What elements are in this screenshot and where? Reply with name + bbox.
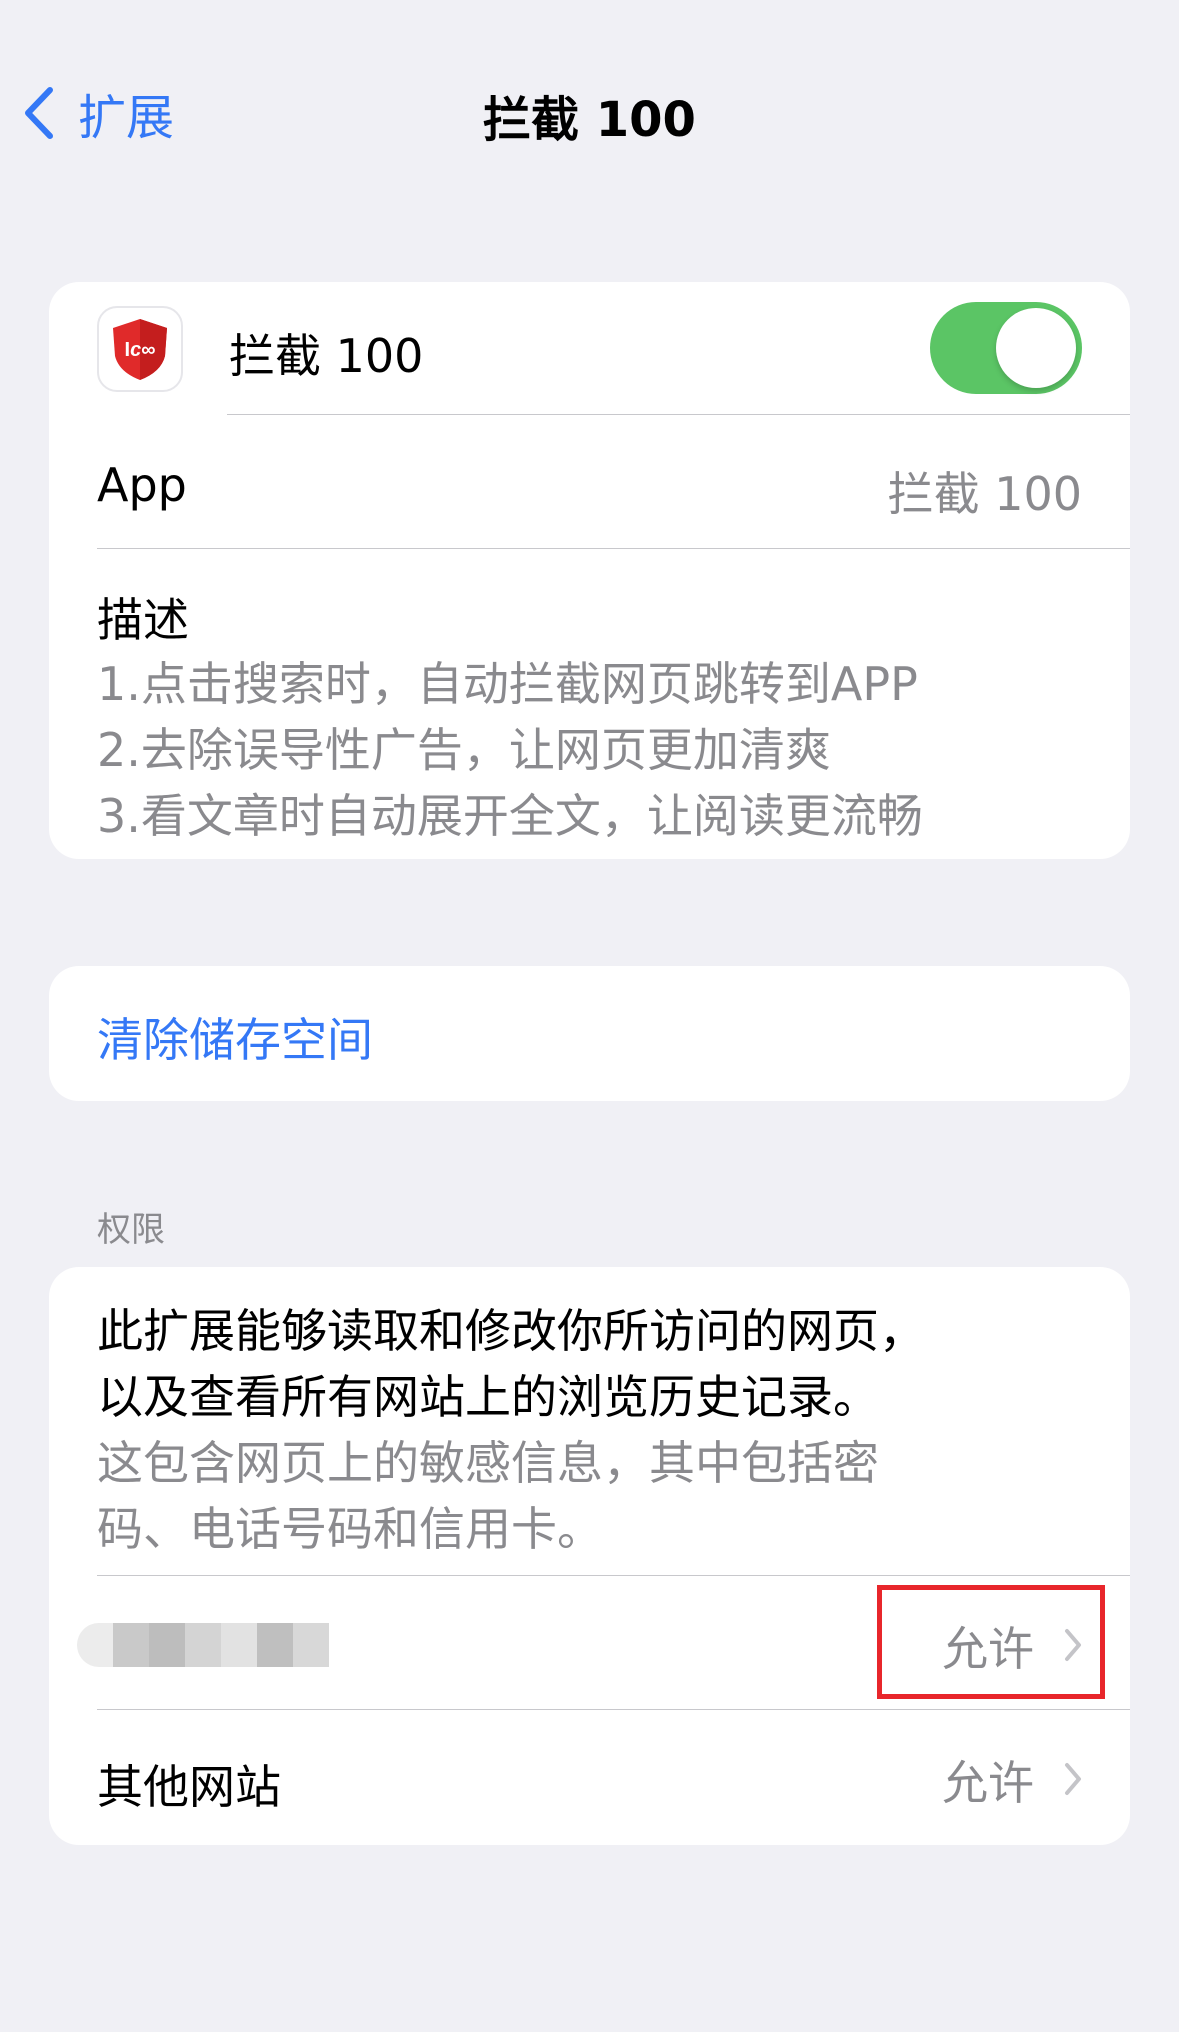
other-sites-permission[interactable]: 允许 (942, 1747, 1082, 1813)
clear-storage-button[interactable]: 清除储存空间 (97, 1004, 373, 1070)
permissions-card: 此扩展能够读取和修改你所访问的网页， 以及查看所有网站上的浏览历史记录。 这包含… (49, 1267, 1130, 1845)
page-title: 拦截 100 (483, 92, 696, 148)
permission-notice-line: 此扩展能够读取和修改你所访问的网页， (97, 1304, 925, 1358)
app-label: App (97, 458, 187, 512)
extension-name: 拦截 100 (229, 329, 424, 383)
divider (97, 1575, 1130, 1576)
navigation-bar: 扩展 拦截 100 (0, 0, 1179, 220)
permission-detail-line: 这包含网页上的敏感信息，其中包括密 (97, 1436, 879, 1490)
divider (97, 1709, 1130, 1710)
permissions-header: 权限 (97, 1210, 165, 1250)
app-value: 拦截 100 (887, 467, 1082, 521)
description-title: 描述 (97, 593, 189, 647)
divider (97, 548, 1130, 549)
description-line: 1.点击搜索时，自动拦截网页跳转到APP (97, 657, 918, 711)
blurred-site-name (77, 1623, 329, 1667)
annotation-highlight-box (877, 1585, 1105, 1699)
extension-enable-toggle[interactable] (930, 302, 1082, 394)
toggle-knob (996, 308, 1076, 388)
permission-notice-line: 以及查看所有网站上的浏览历史记录。 (97, 1370, 879, 1424)
divider (227, 414, 1130, 415)
extension-info-card: Ic∞ 拦截 100 App 拦截 100 描述 1.点击搜索时，自动拦截网页跳… (49, 282, 1130, 859)
chevron-right-icon (1064, 1753, 1082, 1807)
description-line: 3.看文章时自动展开全文，让阅读更流畅 (97, 789, 923, 843)
description-line: 2.去除误导性广告，让网页更加清爽 (97, 723, 831, 777)
permission-detail-line: 码、电话号码和信用卡。 (97, 1502, 603, 1556)
storage-card: 清除储存空间 (49, 966, 1130, 1101)
app-icon: Ic∞ (97, 306, 183, 392)
svg-text:Ic∞: Ic∞ (125, 339, 156, 361)
shield-icon: Ic∞ (113, 319, 167, 380)
other-sites-label: 其他网站 (97, 1760, 281, 1814)
other-sites-permission-value: 允许 (942, 1756, 1034, 1810)
